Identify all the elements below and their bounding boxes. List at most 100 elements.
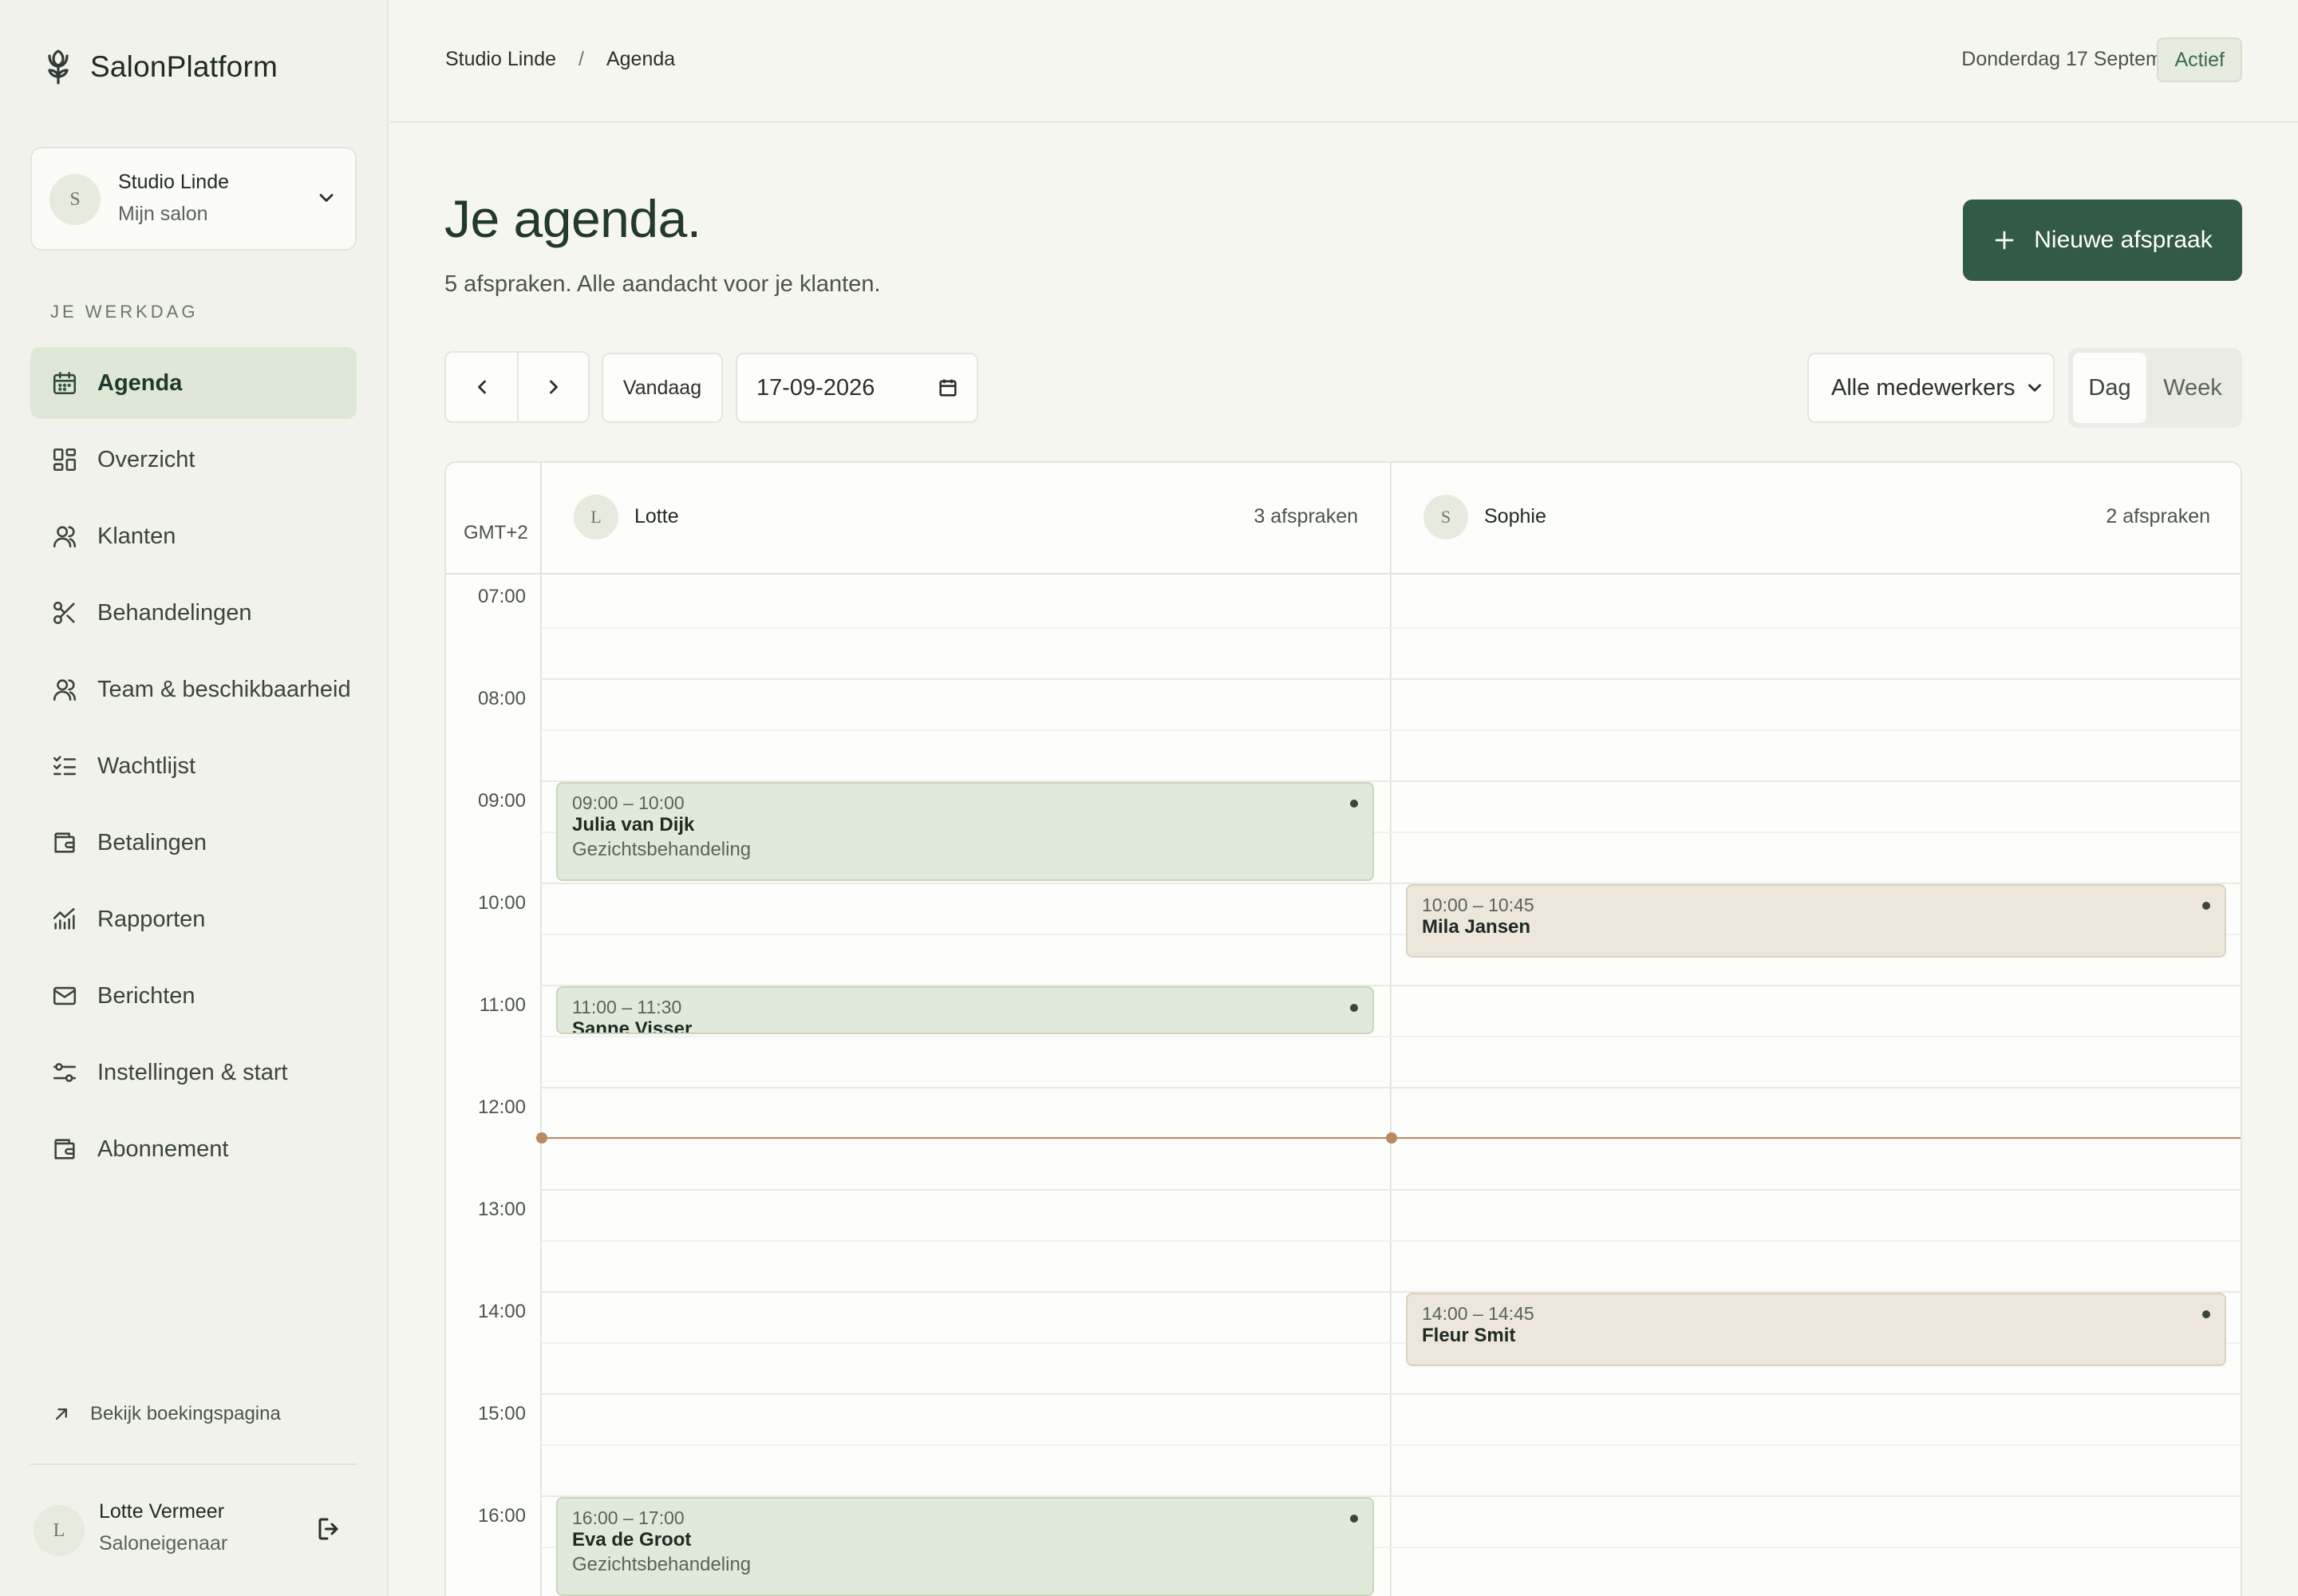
user-role: Saloneigenaar (99, 1532, 228, 1555)
plus-icon (1995, 231, 2014, 250)
appointment-card[interactable]: 10:00 – 10:45 Mila Jansen (1406, 884, 2226, 958)
appointment-service: Gezichtsbehandeling (572, 1554, 752, 1575)
staff-avatar: S (1423, 495, 1468, 539)
timezone-label: GMT+2 (464, 522, 528, 543)
half-hour-gridline (542, 729, 2241, 731)
salon-avatar: S (49, 174, 101, 225)
date-input[interactable]: 17-09-2026 (736, 353, 978, 423)
sidebar-item-overzicht[interactable]: Overzicht (30, 424, 357, 496)
chevron-down-icon (319, 194, 334, 202)
sidebar-item-betalingen[interactable]: Betalingen (30, 807, 357, 879)
column-divider (1390, 463, 1392, 1596)
salon-switcher[interactable]: S Studio Linde Mijn salon (30, 147, 357, 251)
brand-name: SalonPlatform (90, 50, 278, 83)
sidebar-item-abonnement[interactable]: Abonnement (30, 1113, 357, 1185)
breadcrumb-separator: / (578, 48, 584, 70)
appointment-card[interactable]: 16:00 – 17:00 Eva de Groot Gezichtsbehande… (556, 1497, 1374, 1596)
user-avatar: L (34, 1505, 85, 1556)
sidebar-item-klanten[interactable]: Klanten (30, 500, 357, 572)
next-day-button[interactable] (517, 353, 588, 421)
half-hour-gridline (542, 627, 2241, 629)
appointment-client: Mila Jansen (1422, 916, 1531, 938)
breadcrumb-current: Agenda (606, 48, 676, 70)
sidebar-item-agenda[interactable]: Agenda (30, 347, 357, 419)
status-dot (2202, 902, 2210, 910)
staff-filter-select[interactable]: Alle medewerkers (1807, 353, 2055, 423)
hour-label: 11:00 (479, 994, 526, 1016)
today-button[interactable]: Vandaag (602, 353, 723, 423)
appointment-time: 09:00 – 10:00 (572, 792, 685, 813)
hour-label: 14:00 (477, 1301, 526, 1322)
grid-icon (53, 448, 77, 472)
staff-filter-value: Alle medewerkers (1831, 374, 2016, 401)
hour-gridline (542, 1087, 2241, 1088)
sidebar-item-label: Agenda (97, 369, 183, 396)
sidebar-item-label: Betalingen (97, 829, 207, 855)
appointment-time: 14:00 – 14:45 (1422, 1303, 1534, 1324)
flower-icon (48, 49, 69, 85)
divider (30, 1464, 357, 1465)
hour-label: 10:00 (477, 892, 526, 914)
breadcrumb-salon[interactable]: Studio Linde (445, 48, 556, 71)
salon-subtitle: Mijn salon (118, 203, 208, 225)
staff-column-header-sophie: S Sophie 2 afspraken (1392, 463, 2241, 575)
sidebar-item-team[interactable]: Team & beschikbaarheid (30, 654, 357, 725)
appointment-time: 10:00 – 10:45 (1422, 895, 1534, 915)
section-label: JE WERKDAG (50, 302, 199, 322)
date-value: 17-09-2026 (756, 374, 875, 401)
hour-label: 07:00 (477, 586, 526, 607)
sidebar-item-label: Klanten (97, 523, 176, 549)
new-appointment-button[interactable]: Nieuwe afspraak (1963, 200, 2242, 281)
mail-icon (53, 986, 77, 1005)
sidebar-item-wachtlijst[interactable]: Wachtlijst (30, 730, 357, 802)
staff-name: Sophie (1484, 505, 1546, 527)
chevron-down-icon (2028, 384, 2041, 392)
appointment-card[interactable]: 11:00 – 11:30 Sanne Visser (556, 986, 1374, 1034)
brand[interactable]: SalonPlatform (44, 48, 278, 86)
user-icon (53, 526, 77, 548)
topbar: Studio Linde / Agenda Donderdag 17 Septe… (390, 0, 2298, 123)
calendar-picker-icon[interactable] (937, 377, 959, 399)
calendar-icon (53, 371, 77, 395)
appointment-client: Julia van Dijk (572, 814, 695, 836)
hour-label: 09:00 (477, 790, 526, 812)
booking-link-label: Bekijk boekingspagina (90, 1403, 281, 1424)
half-hour-gridline (542, 1036, 2241, 1037)
wallet-icon (54, 1139, 75, 1159)
half-hour-gridline (542, 1444, 2241, 1446)
sidebar-item-behandelingen[interactable]: Behandelingen (30, 577, 357, 649)
sidebar-item-label: Berichten (97, 982, 195, 1009)
staff-name: Lotte (634, 505, 679, 527)
view-day-button[interactable]: Dag (2073, 353, 2146, 423)
view-toggle: Dag Week (2068, 348, 2242, 428)
staff-appointment-count: 2 afspraken (2106, 505, 2210, 527)
hour-gridline (542, 678, 2241, 680)
current-time-dot (1386, 1132, 1397, 1144)
sidebar-item-rapporten[interactable]: Rapporten (30, 883, 357, 955)
calendar-grid: GMT+2 L Lotte 3 afspraken S Sophie 2 afs… (444, 461, 2242, 1596)
staff-avatar: L (574, 495, 618, 539)
sidebar-item-berichten[interactable]: Berichten (30, 960, 357, 1032)
staff-column-header-lotte: L Lotte 3 afspraken (542, 463, 1390, 575)
hour-label: 15:00 (477, 1403, 526, 1424)
sidebar-item-label: Behandelingen (97, 599, 252, 626)
team-icon (53, 679, 77, 701)
page-subtitle: 5 afspraken. Alle aandacht voor je klant… (444, 271, 881, 297)
appointment-card[interactable]: 09:00 – 10:00 Julia van Dijk Gezichtsbehan… (556, 782, 1374, 881)
logout-icon[interactable] (315, 1515, 344, 1543)
sidebar-item-instellingen[interactable]: Instellingen & start (30, 1037, 357, 1108)
previous-day-button[interactable] (446, 353, 517, 421)
current-time-dot (536, 1132, 547, 1144)
appointment-card[interactable]: 14:00 – 14:45 Fleur Smit (1406, 1293, 2226, 1366)
appointment-client: Fleur Smit (1422, 1325, 1516, 1346)
user-profile[interactable]: L Lotte Vermeer Saloneigenaar (30, 1500, 357, 1564)
hour-label: 08:00 (477, 688, 526, 709)
view-week-button[interactable]: Week (2148, 353, 2237, 423)
appointment-client: Sanne Visser (572, 1018, 693, 1034)
booking-page-link[interactable]: Bekijk boekingspagina (50, 1403, 281, 1425)
sidebar-item-label: Abonnement (97, 1136, 229, 1162)
chart-icon (53, 907, 75, 930)
hour-label: 16:00 (477, 1505, 526, 1527)
page-title: Je agenda. (444, 189, 701, 248)
appointment-client: Eva de Groot (572, 1529, 692, 1551)
